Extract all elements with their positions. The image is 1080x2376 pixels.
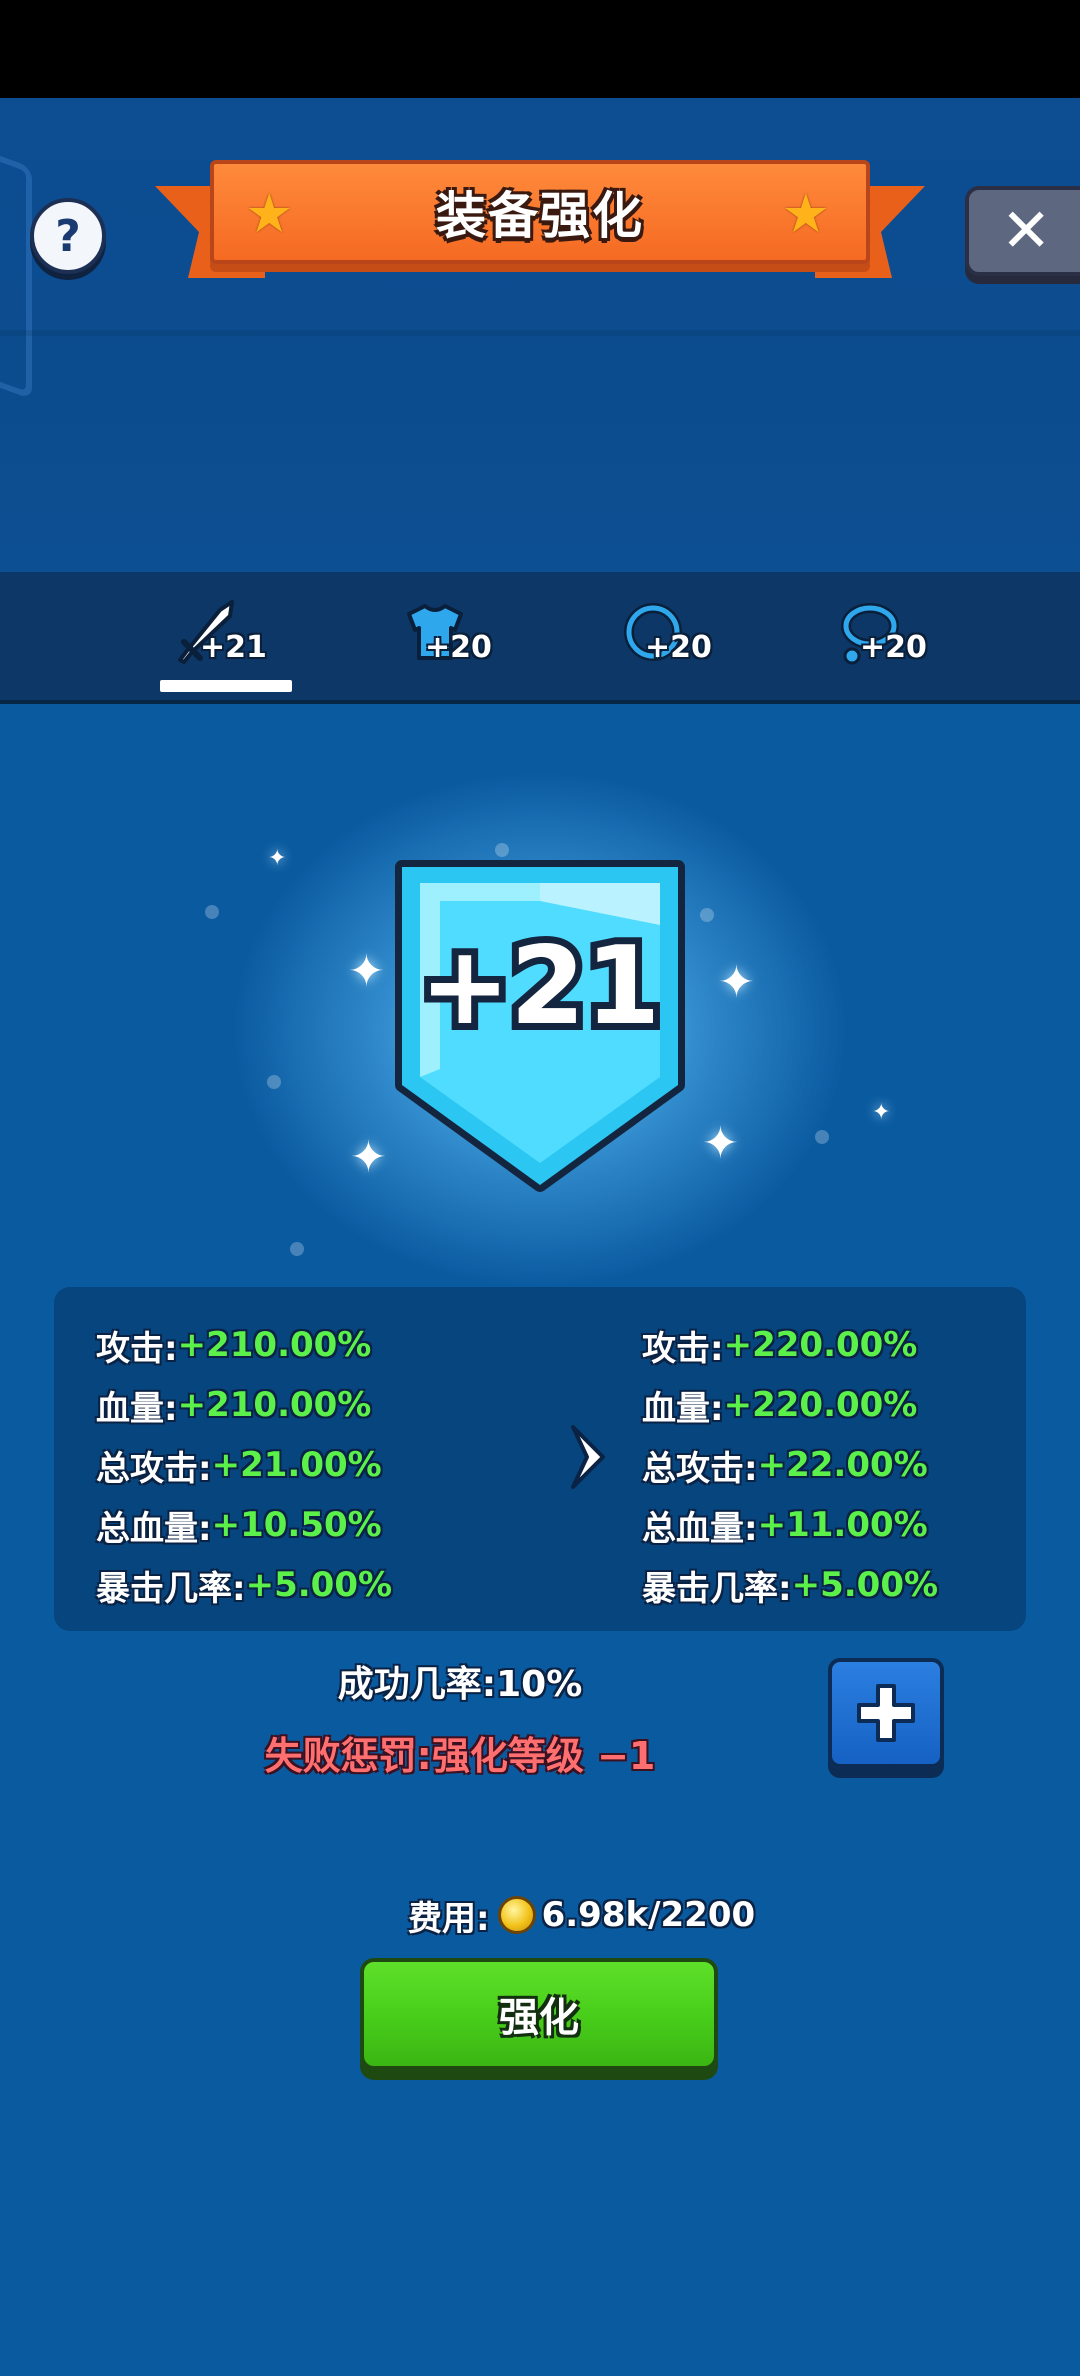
next-stats: 攻击: +220.00% 血量: +220.00% 总攻击: +22.00% 总血量:… — [642, 1315, 938, 1615]
close-button[interactable]: ✕ — [965, 186, 1080, 276]
sparkle-icon: ✦ — [872, 1100, 891, 1125]
help-icon: ? — [55, 210, 81, 262]
current-stats: 攻击: +210.00% 血量: +210.00% 总攻击: +21.00% 总血量:… — [96, 1315, 392, 1615]
stat-value: +21.00% — [211, 1445, 382, 1485]
sparkle-icon: ✦ — [348, 946, 385, 997]
tab-level: +21 — [200, 630, 267, 665]
plus-icon — [857, 1684, 915, 1742]
stat-row: 总血量: +11.00% — [642, 1495, 938, 1555]
stat-value: +220.00% — [723, 1385, 918, 1425]
stat-label: 攻击: — [642, 1328, 724, 1369]
title-ribbon: ★ ★ 装备强化 — [155, 160, 925, 285]
stat-label: 总攻击: — [642, 1448, 758, 1489]
page-title: 装备强化 — [436, 187, 644, 245]
cost-label: 费用: — [408, 1898, 490, 1939]
sparkle-dot — [700, 908, 714, 922]
sparkle-dot — [815, 1130, 829, 1144]
stat-label: 总血量: — [642, 1508, 758, 1549]
enhance-level-badge: +21 — [395, 860, 685, 1192]
stat-row: 血量: +220.00% — [642, 1375, 938, 1435]
sparkle-icon: ✦ — [702, 1118, 739, 1169]
stat-value: +210.00% — [177, 1385, 372, 1425]
stat-value: +11.00% — [757, 1505, 928, 1545]
add-rate-button[interactable] — [828, 1658, 944, 1768]
stat-label: 攻击: — [96, 1328, 178, 1369]
stat-value: +22.00% — [757, 1445, 928, 1485]
stat-label: 暴击几率: — [642, 1568, 792, 1609]
tab-level: +20 — [645, 630, 712, 665]
stat-row: 攻击: +210.00% — [96, 1315, 392, 1375]
stat-label: 暴击几率: — [96, 1568, 246, 1609]
stat-label: 总攻击: — [96, 1448, 212, 1489]
close-icon: ✕ — [1001, 196, 1052, 266]
stat-row: 攻击: +220.00% — [642, 1315, 938, 1375]
equipment-tabs: +21 +20 +20 +20 — [0, 572, 1080, 704]
stat-row: 总攻击: +21.00% — [96, 1435, 392, 1495]
tab-weapon[interactable]: +21 — [120, 572, 300, 700]
tab-armor[interactable]: +20 — [345, 572, 525, 700]
cost-value: 6.98k/2200 — [541, 1895, 756, 1935]
stat-row: 血量: +210.00% — [96, 1375, 392, 1435]
stats-panel: 攻击: +210.00% 血量: +210.00% 总攻击: +21.00% 总血量:… — [54, 1287, 1026, 1631]
stat-label: 血量: — [96, 1388, 178, 1429]
coin-icon — [497, 1896, 536, 1934]
sparkle-icon: ✦ — [350, 1132, 387, 1183]
tab-ring[interactable]: +20 — [565, 572, 745, 700]
stat-row: 总攻击: +22.00% — [642, 1435, 938, 1495]
stat-value: +210.00% — [177, 1325, 372, 1365]
tab-necklace[interactable]: +20 — [780, 572, 960, 700]
sparkle-icon: ✦ — [718, 957, 755, 1008]
tab-level: +20 — [860, 630, 927, 665]
sparkle-dot — [205, 905, 219, 919]
stat-row: 总血量: +10.50% — [96, 1495, 392, 1555]
stat-label: 总血量: — [96, 1508, 212, 1549]
frame-decoration — [0, 148, 32, 400]
stat-value: +220.00% — [723, 1325, 918, 1365]
status-bar — [0, 0, 1080, 98]
upgrade-button[interactable]: 强化 — [360, 1958, 718, 2070]
active-tab-indicator — [160, 680, 292, 692]
stat-value: +10.50% — [211, 1505, 382, 1545]
cost-display: 费用: 6.98k/2200 — [408, 1890, 755, 1940]
sparkle-dot — [267, 1075, 281, 1089]
stat-value: +5.00% — [791, 1565, 939, 1605]
sparkle-icon: ✦ — [268, 846, 287, 871]
stat-row: 暴击几率: +5.00% — [642, 1555, 938, 1615]
stat-value: +5.00% — [245, 1565, 393, 1605]
sparkle-dot — [290, 1242, 304, 1256]
stat-row: 暴击几率: +5.00% — [96, 1555, 392, 1615]
help-button[interactable]: ? — [30, 198, 106, 274]
badge-level-text: +21 — [420, 924, 661, 1049]
stat-label: 血量: — [642, 1388, 724, 1429]
chevron-right-icon — [571, 1425, 605, 1489]
tab-level: +20 — [425, 630, 492, 665]
